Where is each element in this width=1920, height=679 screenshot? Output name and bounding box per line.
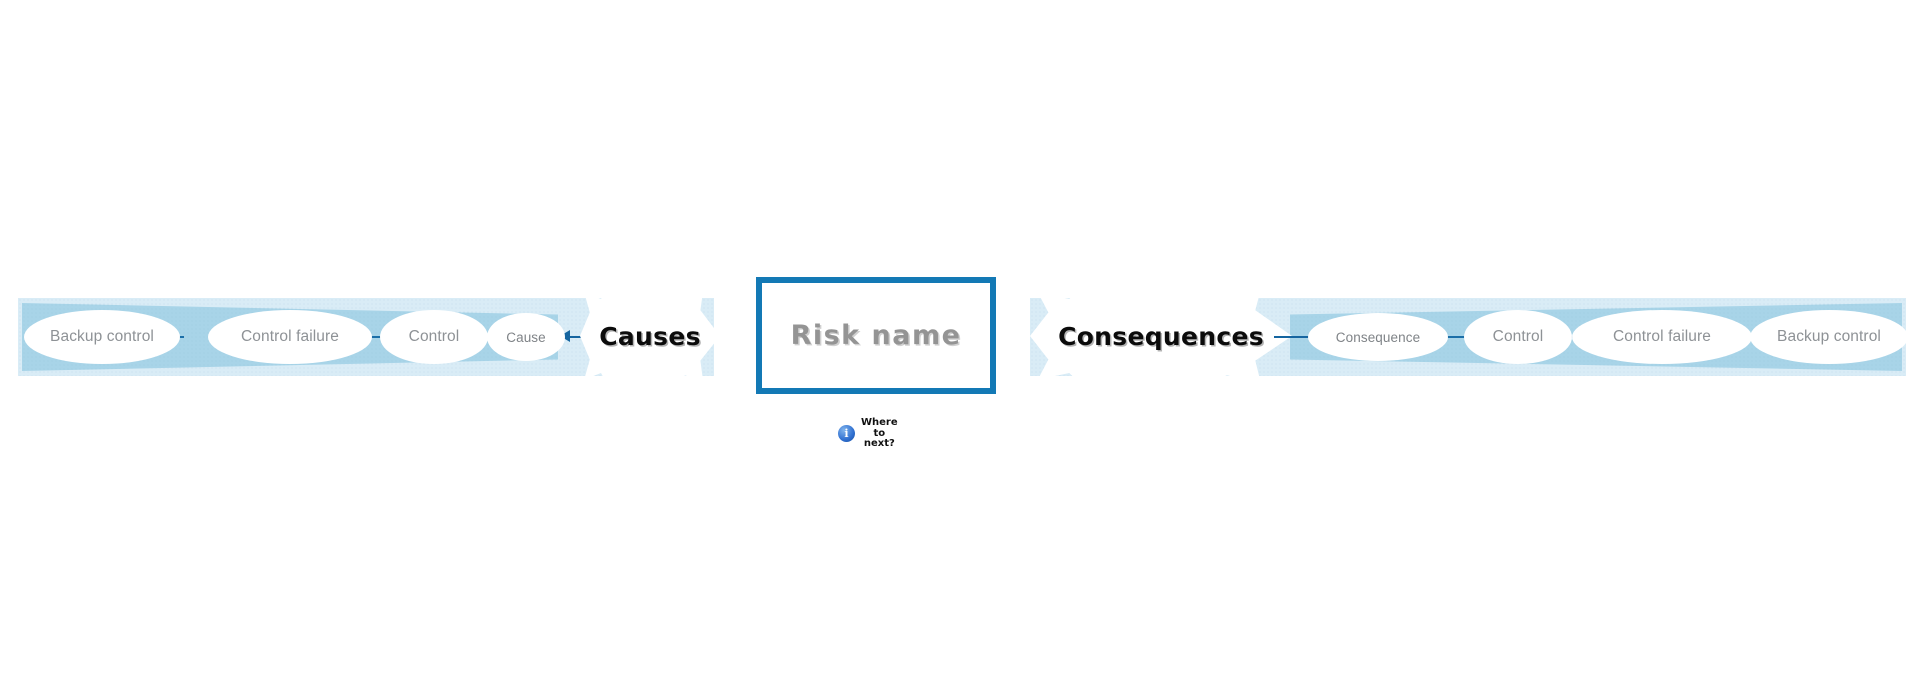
node-label: Control xyxy=(1492,328,1544,345)
node-label: Control failure xyxy=(1613,328,1711,345)
node-cause-backup-control[interactable]: Backup control xyxy=(24,310,180,364)
consequences-label: Consequences xyxy=(1058,321,1264,351)
bowtie-diagram: Backup control Control failure Control C… xyxy=(0,0,1920,679)
node-label: Backup control xyxy=(1777,328,1881,345)
node-label: Cause xyxy=(506,329,546,345)
where-to-next[interactable]: i Where to next? xyxy=(838,417,898,450)
node-label: Consequence xyxy=(1335,329,1421,345)
node-label: Control failure xyxy=(241,328,339,345)
node-label: Backup control xyxy=(50,328,154,345)
node-cause-control[interactable]: Control xyxy=(380,310,488,364)
risk-name-text: Risk name xyxy=(790,320,962,351)
node-consequence[interactable]: Consequence xyxy=(1308,313,1448,361)
info-icon: i xyxy=(838,425,855,443)
node-label: Control xyxy=(408,328,460,345)
node-cause-control-failure[interactable]: Control failure xyxy=(208,310,372,364)
node-consequence-control-failure[interactable]: Control failure xyxy=(1572,310,1752,364)
node-cause[interactable]: Cause xyxy=(487,313,565,361)
node-consequence-control[interactable]: Control xyxy=(1464,310,1572,364)
where-to-next-label: Where to next? xyxy=(861,417,898,449)
risk-name-box[interactable]: Risk name xyxy=(756,277,996,394)
node-consequence-backup-control[interactable]: Backup control xyxy=(1750,310,1908,364)
causes-label: Causes xyxy=(599,321,701,351)
